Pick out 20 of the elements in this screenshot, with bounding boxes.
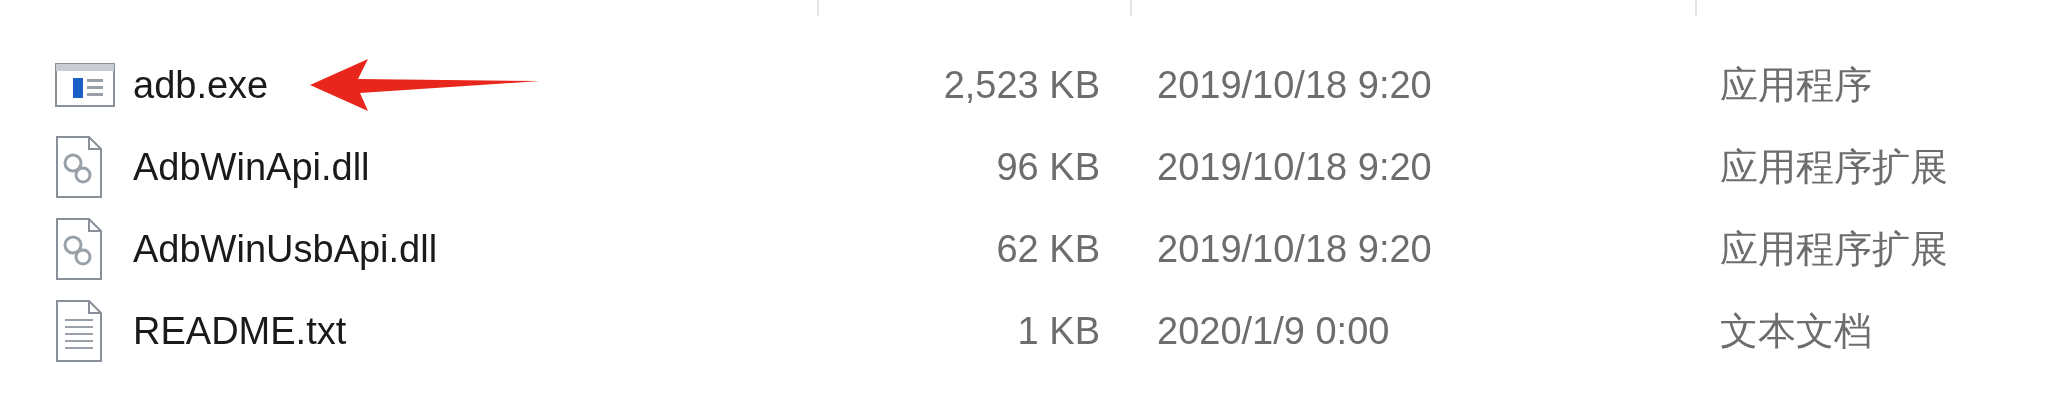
file-type: 应用程序 (1720, 62, 1872, 108)
modified-date: 2019/10/18 9:20 (1157, 62, 1433, 108)
file-type: 应用程序扩展 (1720, 144, 1948, 190)
application-icon (55, 63, 115, 107)
file-size: 62 KB (995, 226, 1100, 272)
file-size: 2,523 KB (942, 62, 1100, 108)
file-name[interactable]: AdbWinUsbApi.dll (133, 220, 438, 278)
file-size: 1 KB (1016, 308, 1100, 354)
file-size: 96 KB (995, 144, 1100, 190)
gear-file-icon (55, 135, 103, 199)
modified-date: 2020/1/9 0:00 (1157, 308, 1391, 354)
file-type: 应用程序扩展 (1720, 226, 1948, 272)
modified-date: 2019/10/18 9:20 (1157, 144, 1433, 190)
file-name[interactable]: README.txt (133, 302, 347, 360)
file-name[interactable]: adb.exe (133, 56, 269, 114)
file-type: 文本文档 (1720, 308, 1872, 354)
gear-file-icon (55, 217, 103, 281)
file-name[interactable]: AdbWinApi.dll (133, 138, 370, 196)
text-file-icon (55, 299, 103, 363)
modified-date: 2019/10/18 9:20 (1157, 226, 1433, 272)
